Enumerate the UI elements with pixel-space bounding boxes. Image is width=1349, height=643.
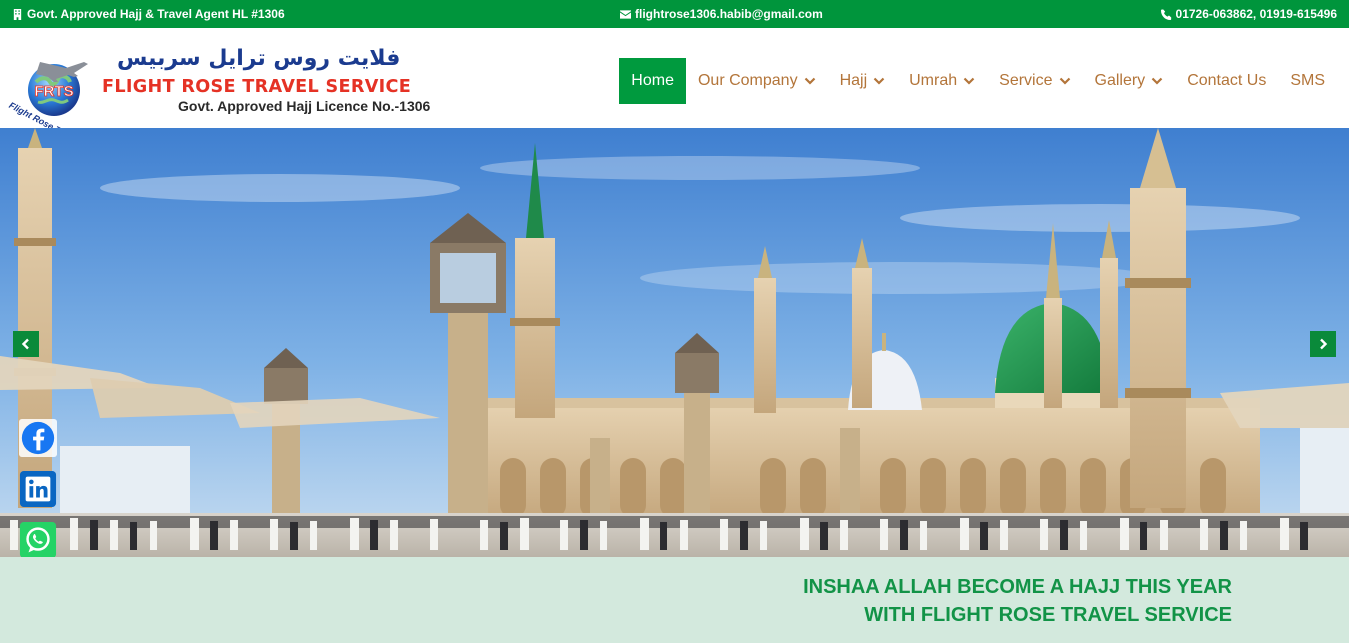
nav-hajj[interactable]: Hajj [828,58,898,104]
nav-hajj-label: Hajj [839,72,868,89]
nav-contact-us-label: Contact Us [1187,72,1267,89]
phone-info[interactable]: 01726-063862, 01919-615496 [1160,7,1337,21]
phone-icon [1160,8,1171,20]
logo-arabic-text: فلايت روس ترايل سربيس [117,46,401,71]
slider-next-button[interactable] [1310,331,1336,357]
banner-line-2: WITH FLIGHT ROSE TRAVEL SERVICE [864,604,1232,626]
chevron-down-icon [804,77,815,85]
mosque-hero-image [0,128,1349,557]
nav-home-label: Home [631,72,674,89]
chevron-left-icon [21,338,29,350]
nav-gallery[interactable]: Gallery [1083,58,1176,104]
chevron-down-icon [963,77,975,85]
nav-service-label: Service [999,72,1053,89]
nav-gallery-label: Gallery [1094,72,1146,89]
nav-our-company-label: Our Company [697,72,798,89]
nav-sms-label: SMS [1290,72,1325,89]
site-header: FRTS فلايت روس ترايل سربيس FLIGHT ROSE T… [0,28,1349,162]
chevron-down-icon [1151,77,1163,85]
whatsapp-icon [19,521,57,559]
logo-licence-text: Govt. Approved Hajj Licence No.-1306 [178,98,431,114]
email-text[interactable]: flightrose1306.habib@gmail.com [635,7,823,21]
email-info[interactable]: flightrose1306.habib@gmail.com [620,0,823,28]
top-bar: Govt. Approved Hajj & Travel Agent HL #1… [0,0,1349,28]
agent-text: Govt. Approved Hajj & Travel Agent HL #1… [27,7,285,21]
nav-home[interactable]: Home [619,58,686,104]
facebook-link[interactable] [17,417,59,459]
banner-line-1: INSHAA ALLAH BECOME A HAJJ THIS YEAR [803,576,1232,598]
phone-text[interactable]: 01726-063862, 01919-615496 [1176,7,1337,21]
slider-prev-button[interactable] [13,331,39,357]
nav-our-company[interactable]: Our Company [686,58,828,104]
agent-info: Govt. Approved Hajj & Travel Agent HL #1… [12,7,285,21]
hajj-banner: INSHAA ALLAH BECOME A HAJJ THIS YEAR WIT… [0,557,1349,643]
linkedin-link[interactable] [17,468,59,510]
building-icon [13,8,22,20]
main-nav: Home Our Company Hajj Umrah Service Gall… [619,58,1337,104]
logo-brand-text: FLIGHT ROSE TRAVEL SERVICE [102,76,412,97]
site-logo[interactable]: FRTS فلايت روس ترايل سربيس FLIGHT ROSE T… [7,40,437,162]
nav-umrah-label: Umrah [909,72,958,89]
logo-initials: FRTS [34,83,73,100]
nav-sms[interactable]: SMS [1278,58,1337,104]
nav-service[interactable]: Service [987,58,1082,104]
chevron-down-icon [873,77,885,85]
chevron-right-icon [1320,338,1328,350]
nav-contact-us[interactable]: Contact Us [1175,58,1278,104]
hero-slider [0,128,1349,557]
whatsapp-link[interactable] [17,519,59,561]
envelope-icon [620,9,631,19]
chevron-down-icon [1059,77,1070,85]
nav-umrah[interactable]: Umrah [897,58,987,104]
facebook-icon [19,419,57,457]
linkedin-icon [19,470,57,508]
